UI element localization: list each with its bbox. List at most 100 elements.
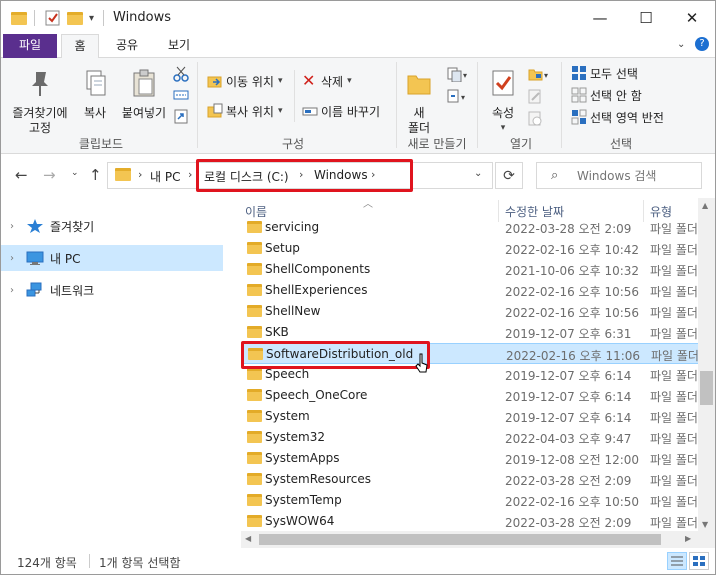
table-row[interactable]: SKB 2019-12-07 오후 6:31 파일 폴더 bbox=[241, 322, 700, 343]
move-to-label: 이동 위치 bbox=[226, 74, 274, 89]
scroll-left-icon[interactable]: ◀ bbox=[245, 534, 251, 543]
copy-icon bbox=[86, 70, 106, 96]
forward-button[interactable]: → bbox=[43, 166, 56, 184]
table-row[interactable]: SystemResources 2022-03-28 오전 2:09 파일 폴더 bbox=[241, 469, 700, 490]
breadcrumb-chevron-icon[interactable]: › bbox=[138, 168, 142, 181]
expand-chevron-icon[interactable]: › bbox=[10, 253, 20, 264]
table-row[interactable]: servicing 2022-03-28 오전 2:09 파일 폴더 bbox=[241, 217, 700, 238]
paste-shortcut-icon[interactable] bbox=[173, 108, 189, 127]
folder-icon bbox=[247, 431, 262, 443]
maximize-button[interactable]: ☐ bbox=[623, 1, 669, 34]
vertical-scroll-thumb[interactable] bbox=[700, 371, 713, 405]
tab-view[interactable]: 보기 bbox=[157, 34, 201, 58]
svg-text:▾: ▾ bbox=[544, 71, 548, 80]
nav-item-quick-access[interactable]: › 즐겨찾기 bbox=[1, 213, 223, 239]
delete-button[interactable]: ✕ 삭제 ▾ bbox=[302, 71, 352, 91]
search-input[interactable] bbox=[577, 169, 695, 183]
file-type: 파일 폴더 bbox=[650, 411, 698, 425]
minimize-button[interactable]: — bbox=[577, 1, 623, 34]
tab-home[interactable]: 홈 bbox=[61, 34, 99, 59]
copy-button[interactable]: 복사 bbox=[77, 68, 113, 121]
star-icon bbox=[27, 219, 43, 233]
select-none-button[interactable]: 선택 안 함 bbox=[571, 85, 642, 105]
table-row[interactable]: SystemTemp 2022-02-16 오후 10:50 파일 폴더 bbox=[241, 490, 700, 511]
breadcrumb-chevron-icon[interactable]: › bbox=[188, 168, 192, 181]
nav-item-this-pc[interactable]: › 내 PC bbox=[1, 245, 223, 271]
properties-quick-icon[interactable] bbox=[45, 9, 61, 27]
address-folder-icon bbox=[115, 168, 131, 181]
table-row[interactable]: ShellExperiences 2022-02-16 오후 10:56 파일 폴더 bbox=[241, 280, 700, 301]
sort-up-chevron-icon: ︿ bbox=[363, 199, 373, 210]
file-name: Setup bbox=[265, 241, 300, 255]
copy-to-button[interactable]: 복사 위치 ▾ bbox=[207, 101, 283, 121]
scroll-down-icon[interactable]: ▼ bbox=[702, 520, 708, 529]
folder-icon bbox=[247, 368, 262, 380]
ribbon-collapse-icon[interactable]: ⌄ bbox=[677, 39, 685, 50]
large-icons-view-icon[interactable] bbox=[689, 552, 709, 570]
file-type: 파일 폴더 bbox=[650, 222, 698, 236]
details-view-icon[interactable] bbox=[667, 552, 687, 570]
copy-label: 복사 bbox=[83, 106, 107, 120]
scroll-right-icon[interactable]: ▶ bbox=[685, 534, 691, 543]
folder-icon bbox=[247, 410, 262, 422]
table-row[interactable]: Setup 2022-02-16 오후 10:42 파일 폴더 bbox=[241, 238, 700, 259]
customize-quick-access-icon[interactable]: ▾ bbox=[89, 9, 94, 27]
new-folder-button[interactable]: 새 폴더 bbox=[403, 68, 435, 136]
nav-item-network[interactable]: › 네트워크 bbox=[1, 277, 223, 303]
pin-quick-access-button[interactable]: 즐겨찾기에 고정 bbox=[9, 68, 71, 136]
invert-selection-button[interactable]: 선택 영역 반전 bbox=[571, 107, 664, 127]
file-type: 파일 폴더 bbox=[650, 432, 698, 446]
scroll-up-icon[interactable]: ▲ bbox=[702, 201, 708, 210]
folder-icon bbox=[247, 515, 262, 527]
properties-button[interactable]: 속성 ▾ bbox=[485, 68, 521, 136]
table-row[interactable]: ShellComponents 2021-10-06 오후 10:32 파일 폴더 bbox=[241, 259, 700, 280]
recent-locations-chevron-icon[interactable]: ⌄ bbox=[71, 168, 79, 178]
breadcrumb-this-pc[interactable]: 내 PC bbox=[150, 168, 180, 185]
back-button[interactable]: ← bbox=[15, 166, 28, 184]
rename-label: 이름 바꾸기 bbox=[321, 104, 381, 119]
file-date: 2022-03-28 오전 2:09 bbox=[505, 222, 632, 236]
table-row[interactable]: System32 2022-04-03 오후 9:47 파일 폴더 bbox=[241, 427, 700, 448]
copy-path-icon[interactable] bbox=[173, 88, 189, 105]
table-row[interactable]: ShellNew 2022-02-16 오후 10:56 파일 폴더 bbox=[241, 301, 700, 322]
file-type: 파일 폴더 bbox=[650, 516, 698, 530]
file-date: 2022-04-03 오후 9:47 bbox=[505, 432, 632, 446]
highlight-box bbox=[241, 341, 430, 369]
paste-button[interactable]: 붙여넣기 bbox=[117, 68, 171, 121]
select-all-button[interactable]: 모두 선택 bbox=[571, 63, 638, 83]
up-button[interactable]: ↑ bbox=[89, 166, 102, 184]
table-row[interactable]: Speech_OneCore 2019-12-07 오후 6:14 파일 폴더 bbox=[241, 385, 700, 406]
help-icon[interactable]: ? bbox=[695, 37, 709, 51]
new-folder-icon bbox=[407, 75, 431, 95]
table-row[interactable]: SysWOW64 2022-03-28 오전 2:09 파일 폴더 bbox=[241, 511, 700, 532]
nav-item-label: 네트워크 bbox=[50, 283, 95, 298]
cut-icon[interactable] bbox=[173, 66, 189, 85]
expand-chevron-icon[interactable]: › bbox=[10, 285, 20, 296]
delete-icon: ✕ bbox=[302, 71, 316, 90]
table-row[interactable]: System 2019-12-07 오후 6:14 파일 폴더 bbox=[241, 406, 700, 427]
tab-file[interactable]: 파일 bbox=[3, 34, 57, 58]
new-item-icon[interactable]: ▾ bbox=[446, 66, 468, 85]
invert-selection-label: 선택 영역 반전 bbox=[590, 110, 664, 125]
selected-count: 1개 항목 선택함 bbox=[99, 556, 181, 570]
properties-label: 속성 bbox=[491, 106, 515, 120]
address-dropdown-chevron-icon[interactable]: ⌄ bbox=[474, 168, 482, 179]
close-button[interactable]: ✕ bbox=[669, 1, 715, 34]
horizontal-scrollbar[interactable]: ◀ ▶ bbox=[241, 531, 698, 548]
file-type: 파일 폴더 bbox=[650, 285, 698, 299]
rename-button[interactable]: 이름 바꾸기 bbox=[302, 101, 380, 121]
new-folder-quick-icon[interactable] bbox=[67, 9, 83, 27]
expand-chevron-icon[interactable]: › bbox=[10, 221, 20, 232]
tab-share[interactable]: 공유 bbox=[107, 34, 147, 58]
network-icon bbox=[26, 282, 42, 297]
file-date: 2022-02-16 오후 10:50 bbox=[505, 495, 640, 509]
easy-access-icon[interactable]: ▾ bbox=[446, 88, 468, 107]
move-to-button[interactable]: 이동 위치 ▾ bbox=[207, 71, 283, 91]
copy-to-label: 복사 위치 bbox=[226, 104, 274, 119]
refresh-button[interactable]: ⟳ bbox=[495, 162, 523, 189]
vertical-scrollbar[interactable]: ▲ ▼ bbox=[698, 198, 715, 534]
horizontal-scroll-thumb[interactable] bbox=[259, 534, 661, 545]
open-icon[interactable]: ▾ bbox=[527, 66, 551, 85]
table-row[interactable]: SystemApps 2019-12-08 오전 12:00 파일 폴더 bbox=[241, 448, 700, 469]
search-icon: ⌕ bbox=[551, 168, 559, 183]
